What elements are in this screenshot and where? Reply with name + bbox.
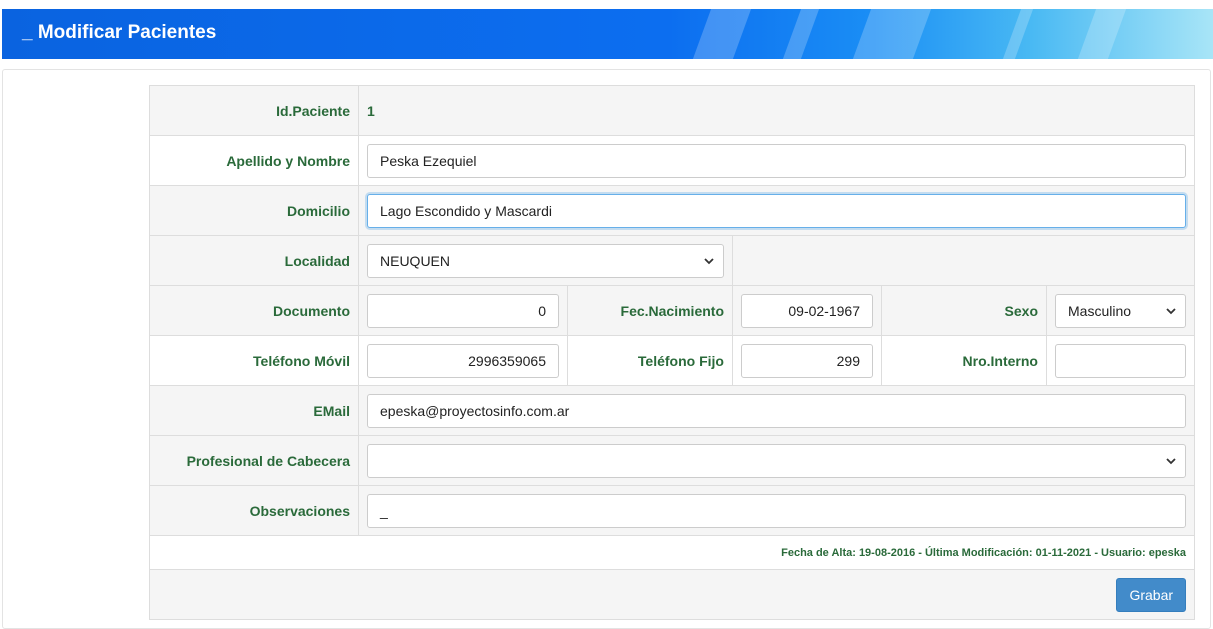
mobile-input[interactable]: 2996359065 [367,343,559,378]
phone-input[interactable]: 299 [741,343,873,378]
sex-label: Sexo [881,285,1047,336]
city-select[interactable]: NEUQUEN [367,243,724,278]
doctor-select[interactable] [367,443,1187,478]
address-label: Domicilio [149,185,359,236]
doc-input[interactable]: 0 [367,293,559,328]
email-input[interactable]: epeska@proyectosinfo.com.ar [367,393,1187,428]
city-select-value: NEUQUEN [380,252,451,269]
city-label: Localidad [149,235,359,286]
audit-info: Fecha de Alta: 19-08-2016 - Última Modif… [148,535,1196,570]
ext-input[interactable] [1055,343,1187,378]
sex-select[interactable]: Masculino [1055,293,1187,328]
email-label: EMail [149,385,359,436]
chevron-down-icon [1166,307,1176,314]
birth-input[interactable]: 09-02-1967 [741,293,873,328]
birth-label: Fec.Nacimiento [567,285,733,336]
doctor-label: Profesional de Cabecera [149,435,359,486]
empty-cell [731,235,1196,286]
phone-label: Teléfono Fijo [567,335,733,386]
address-input[interactable]: Lago Escondido y Mascardi [367,193,1187,228]
page-header: _ Modificar Pacientes [2,9,1213,59]
sex-select-value: Masculino [1068,302,1132,319]
name-label: Apellido y Nombre [149,135,359,186]
id-value: 1 [357,85,1196,136]
patient-form: Id.Paciente 1 Apellido y Nombre Peska Ez… [148,85,1196,620]
page-title: _ Modificar Pacientes [22,22,217,43]
chevron-down-icon [704,257,714,264]
mobile-label: Teléfono Móvil [149,335,359,386]
notes-label: Observaciones [149,485,359,536]
ext-label: Nro.Interno [881,335,1047,386]
name-input[interactable]: Peska Ezequiel [367,143,1187,178]
id-label: Id.Paciente [149,85,359,136]
chevron-down-icon [1166,457,1176,464]
save-button[interactable]: Grabar [1116,577,1187,612]
doc-label: Documento [149,285,359,336]
notes-input[interactable]: _ [367,493,1187,528]
